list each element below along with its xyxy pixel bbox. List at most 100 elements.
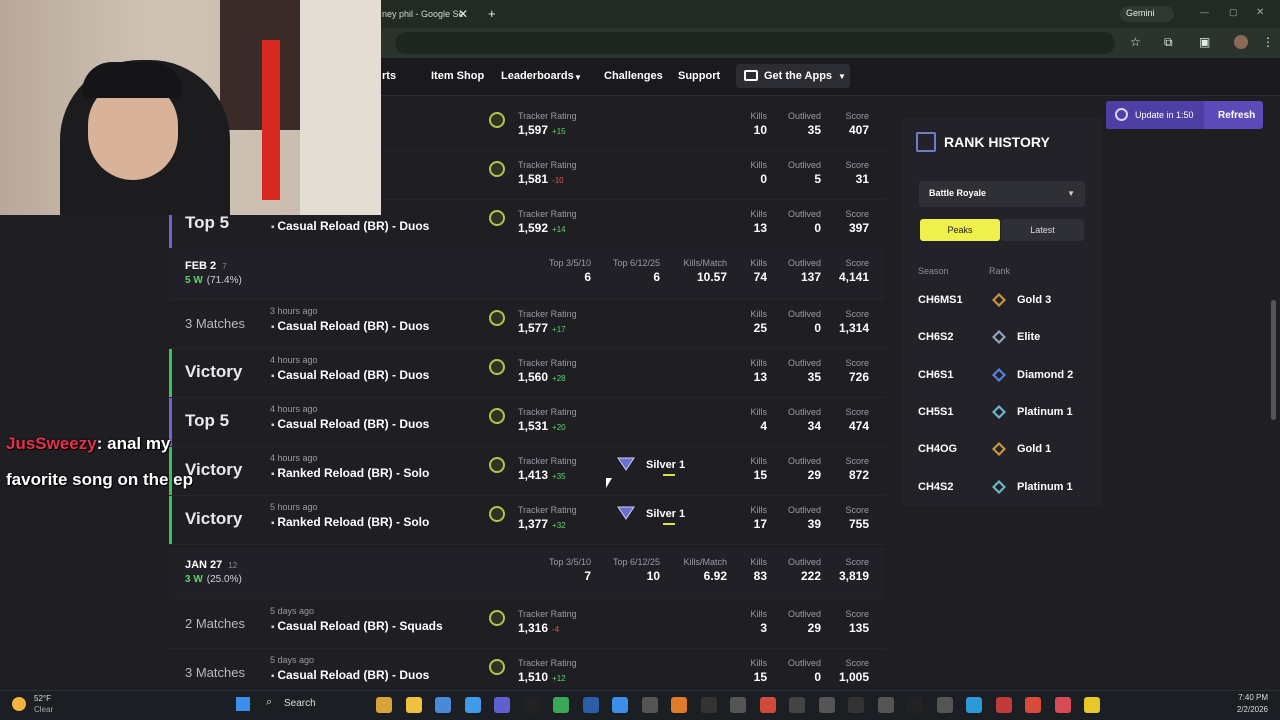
nav-item-leaderboards[interactable]: Leaderboards [501,70,574,82]
mode-select-value: Battle Royale [929,188,987,198]
match-row[interactable]: Victory 4 hours ago Ranked Reload (BR) - S… [169,447,885,496]
tracker-rating-delta: +32 [552,521,566,530]
outlived-value: 34 [807,419,821,433]
match-row[interactable]: 3 Matches 3 hours ago Casual Reload (BR) -… [169,300,885,349]
app5-icon[interactable] [848,697,864,713]
match-row[interactable]: Top 5 4 hours ago Casual Reload (BR) - Duo… [169,398,885,447]
match-mode: Ranked Reload (BR) - Solo [271,466,429,480]
discord-icon[interactable] [494,697,510,713]
tracker-rating-value: 1,316 -4 [518,621,559,635]
new-tab-icon[interactable]: + [488,6,496,21]
xbox-icon[interactable] [553,697,569,713]
extensions-icon[interactable]: ⧉ [1164,35,1173,50]
top61225-label: Top 6/12/25 [612,557,660,567]
app-icon[interactable] [641,697,658,713]
day-wins: 3 W (25.0%) [185,574,242,585]
window-close-icon[interactable]: ✕ [1256,7,1264,18]
steam-icon[interactable] [582,697,599,713]
kills-value: 13 [753,221,767,235]
chrome-icon[interactable] [464,697,481,713]
outlived-label: Outlived [787,160,821,170]
score-label: Score [845,258,869,268]
score-value: 135 [848,621,869,635]
taskbar-search[interactable]: Search [284,698,316,709]
match-row[interactable]: Victory 4 hours ago Casual Reload (BR) - D… [169,349,885,398]
webcam-overlay [0,0,381,215]
close-tab-icon[interactable]: ✕ [458,7,468,21]
match-result: 2 Matches [185,616,245,631]
terminal-icon[interactable] [523,697,540,713]
kills-value: 74 [753,270,767,284]
match-mode: Ranked Reload (BR) - Solo [271,515,429,529]
browser-icon[interactable] [612,697,628,713]
score-value: 1,314 [838,321,869,335]
address-bar[interactable] [395,32,1115,54]
tracker-rating-label: Tracker Rating [518,209,577,219]
kpm-label: Kills/Match [683,557,727,567]
score-value: 397 [848,221,869,235]
match-time-ago: 5 days ago [270,655,315,665]
menu-icon[interactable]: ⋮ [1262,35,1274,49]
rank-label: Platinum 1 [1017,405,1073,418]
folder-icon[interactable] [405,697,422,713]
maximize-icon[interactable]: ▢ [1229,7,1238,18]
app3-icon[interactable] [789,697,805,713]
rank-label: Elite [1017,331,1041,344]
kpm-label: Kills/Match [683,258,727,268]
nav-item-challenges[interactable]: Challenges [604,70,663,82]
match-row[interactable]: 2 Matches 5 days ago Casual Reload (BR) - … [169,600,885,649]
nav-item-item-shop[interactable]: Item Shop [431,70,484,82]
app6-icon[interactable] [877,697,894,713]
minimize-icon[interactable]: — [1200,7,1209,17]
app4-icon[interactable] [818,697,835,713]
day-date: JAN 27 12 [185,559,237,571]
profile-avatar[interactable] [1234,35,1248,49]
sidepanel-icon[interactable]: ▣ [1199,35,1210,49]
kills-label: Kills [750,358,767,368]
bookmark-star-icon[interactable]: ☆ [1130,35,1141,49]
tab-peaks[interactable]: Peaks [920,219,1000,241]
score-value: 474 [848,419,869,433]
get-apps-button[interactable]: Get the Apps ▼ [736,64,850,88]
store-icon[interactable] [435,697,451,713]
match-row[interactable]: 3 Matches 5 days ago Casual Reload (BR) - … [169,649,885,690]
rank-label: Platinum 1 [1017,480,1073,493]
outlived-value: 35 [807,123,821,137]
score-label: Score [845,456,869,466]
tracker-rating-delta: +28 [552,374,566,383]
page-scrollbar[interactable] [1271,300,1276,420]
score-value: 872 [848,468,869,482]
obs-icon[interactable] [759,697,776,713]
nav-item-reports[interactable]: rts [382,70,396,82]
gemini-label: Gemini [1126,8,1155,18]
match-row[interactable]: Victory 5 hours ago Ranked Reload (BR) - S… [169,496,885,545]
day-date-text: FEB 2 [185,260,217,272]
rank-badge-icon [992,293,1006,307]
edge-icon[interactable] [966,697,982,713]
gemini-button[interactable]: Gemini [1120,6,1174,22]
rank-badge-icon [992,479,1006,494]
app8-icon[interactable] [936,697,953,713]
search-icon[interactable]: ⌕ [266,696,272,709]
app2-icon[interactable] [730,697,746,713]
app10-icon[interactable] [1025,697,1041,713]
season-label: CH6S2 [918,331,954,344]
nav-item-support[interactable]: Support [678,70,720,82]
browser-tab[interactable]: ney phil - Google Se [382,9,464,19]
explorer-icon[interactable] [376,697,392,713]
season-label: CH4OG [918,443,958,456]
arc-icon[interactable] [671,697,687,713]
tab-latest[interactable]: Latest [1001,219,1084,241]
score-label: Score [845,160,869,170]
snap-icon[interactable] [1084,697,1100,713]
app7-icon[interactable] [907,697,923,713]
weather-temp: 52°F [34,694,51,703]
tracker-rating-label: Tracker Rating [518,111,577,121]
code-icon[interactable] [700,697,717,713]
app9-icon[interactable] [995,697,1012,713]
refresh-button[interactable]: Refresh [1218,110,1255,121]
kills-label: Kills [750,557,767,567]
music-icon[interactable] [1054,697,1071,713]
outlived-label: Outlived [787,358,821,368]
windows-start-icon[interactable] [236,697,250,711]
